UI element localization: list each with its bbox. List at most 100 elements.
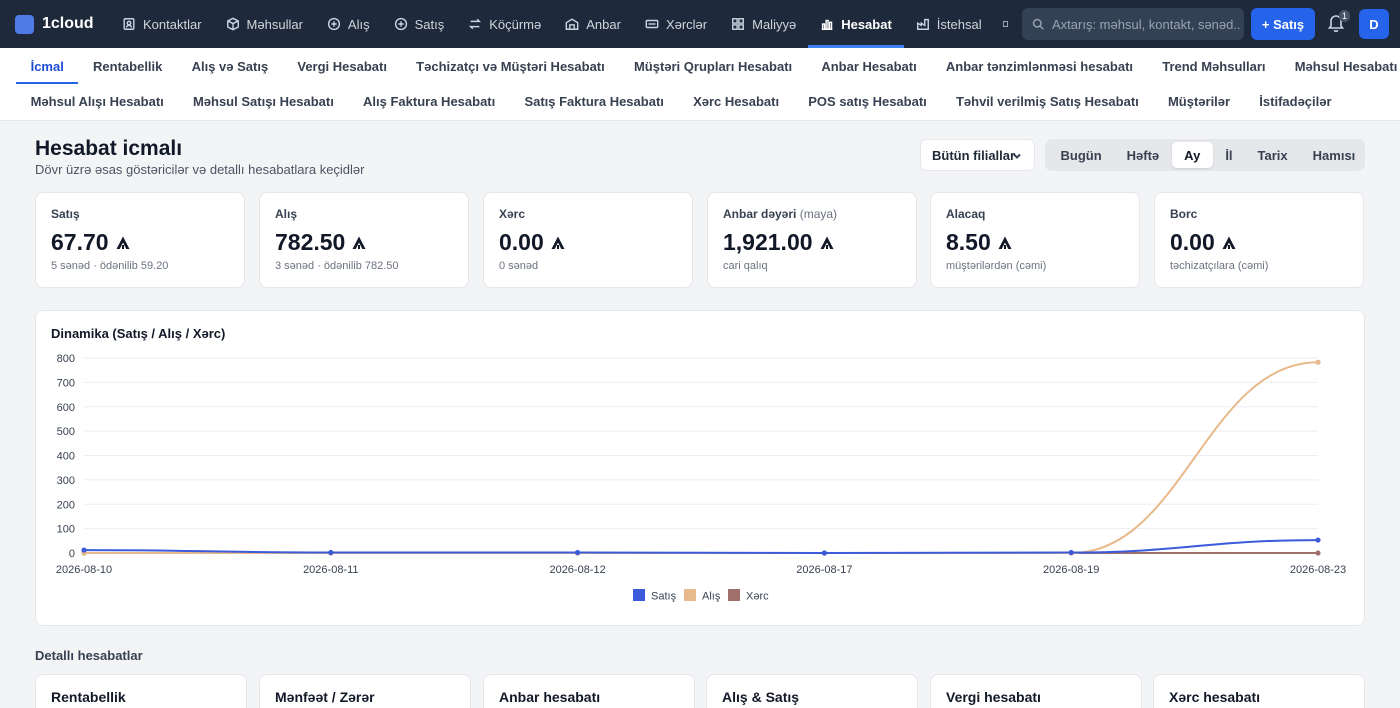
- nav-item-8[interactable]: Hesabat: [808, 0, 904, 48]
- data-point: [1315, 537, 1321, 543]
- document-icon: [1002, 21, 1008, 27]
- detail-card-1[interactable]: Mənfəət / Zərər: [259, 674, 471, 708]
- grid-icon: [732, 18, 745, 30]
- box-icon: [226, 17, 239, 31]
- nav-item-4[interactable]: Köçürmə: [456, 0, 553, 48]
- legend-swatch: [728, 589, 740, 601]
- data-point: [328, 549, 334, 556]
- subnav-tab-row2-8[interactable]: İstifadəçilər: [1245, 84, 1346, 118]
- detail-card-title: Rentabellik: [51, 689, 126, 705]
- subnav-tab-row2-6[interactable]: Təhvil verilmiş Satış Hesabatı: [941, 84, 1153, 118]
- kpi-label: Xərc: [499, 207, 525, 221]
- nav-item-5[interactable]: Anbar: [553, 0, 633, 48]
- kpi-label-text: Alacaq: [946, 207, 986, 221]
- subnav-tab-row2-3[interactable]: Satış Faktura Hesabatı: [510, 84, 679, 118]
- detail-card-3[interactable]: Alış & Satış: [706, 674, 918, 708]
- subnav-tab-row1-9[interactable]: Məhsul Hesabatı: [1280, 48, 1400, 84]
- y-tick-label: 300: [57, 475, 75, 487]
- subnav-tab-row2-1[interactable]: Məhsul Satışı Hesabatı: [178, 84, 348, 118]
- notification-badge: 1: [1339, 10, 1351, 22]
- page-title: Hesabat icmalı: [35, 137, 183, 160]
- kpi-label-text: Borc: [1170, 207, 1198, 221]
- y-tick-label: 700: [57, 377, 75, 389]
- page-subtitle: Dövr üzrə əsas göstəricilər və detallı h…: [35, 162, 365, 177]
- plus-circle-icon: [394, 17, 407, 31]
- kpi-value: 782.50: [275, 229, 367, 256]
- branch-select[interactable]: Bütün filiallar: [920, 139, 1035, 171]
- subnav-row-2: Məhsul Alışı Hesabatı Məhsul Satışı Hesab…: [16, 84, 1346, 118]
- kpi-value: 0.00: [499, 229, 566, 256]
- subnav-tab-row1-4[interactable]: Təchizatçı və Müştəri Hesabatı: [402, 48, 620, 84]
- legend-label: Satış: [651, 591, 677, 603]
- subnav-tab-row1-3[interactable]: Vergi Hesabatı: [283, 48, 402, 84]
- kpi-label: Satış: [51, 207, 80, 221]
- period-button-1[interactable]: Həftə: [1114, 142, 1172, 168]
- x-tick-label: 2026-08-10: [56, 564, 112, 576]
- kpi-card-1[interactable]: Alış 782.50 3 sənəd · ödənilib 782.50: [259, 192, 469, 288]
- subnav-tab-row2-4[interactable]: Xərc Hesabatı: [678, 84, 793, 118]
- subnav-tab-row1-0[interactable]: İcmal: [16, 48, 79, 84]
- nav-item-0[interactable]: Kontaktlar: [110, 0, 214, 48]
- subnav-tab-row2-5[interactable]: POS satış Hesabatı: [794, 84, 942, 118]
- kpi-value-text: 0.00: [1170, 229, 1215, 255]
- kpi-value: 1,921.00: [723, 229, 835, 256]
- dynamics-chart-card: 0 100 200 300 400 500 600 700 800 2026-08-10 2026-…: [35, 310, 1365, 626]
- trend-icon: [116, 236, 130, 249]
- app-logo[interactable]: 1cloud: [15, 14, 110, 34]
- subnav-tab-row1-7[interactable]: Anbar tənzimlənməsi hesabatı: [931, 48, 1147, 84]
- search-box[interactable]: [1022, 8, 1244, 40]
- new-sale-button[interactable]: + Satış: [1251, 8, 1315, 40]
- subnav-tab-row1-1[interactable]: Rentabellik: [78, 48, 177, 84]
- app-name: 1cloud: [42, 15, 94, 32]
- period-button-0[interactable]: Bugün: [1048, 142, 1114, 168]
- kpi-value-text: 782.50: [275, 229, 346, 255]
- user-avatar[interactable]: D: [1359, 9, 1389, 39]
- nav-item-overflow[interactable]: [994, 0, 1016, 48]
- subnav-tab-row1-6[interactable]: Anbar Hesabatı: [807, 48, 932, 84]
- kpi-card-2[interactable]: Xərc 0.00 0 sənəd: [483, 192, 693, 288]
- trend-icon: [820, 236, 834, 249]
- nav-item-label: Maliyyə: [752, 16, 797, 32]
- kpi-subtext: 0 sənəd: [499, 260, 539, 272]
- warehouse-icon: [565, 18, 579, 30]
- kpi-value: 8.50: [946, 229, 1013, 256]
- subnav-tab-row2-2[interactable]: Alış Faktura Hesabatı: [348, 84, 509, 118]
- detail-card-0[interactable]: Rentabellik: [35, 674, 247, 708]
- kpi-card-3[interactable]: Anbar dəyəri (maya) 1,921.00 cari qalıq: [707, 192, 917, 288]
- kpi-card-5[interactable]: Borc 0.00 təchizatçılara (cəmi): [1154, 192, 1364, 288]
- period-button-3[interactable]: İl: [1213, 142, 1245, 168]
- data-point: [1068, 549, 1074, 556]
- detail-card-2[interactable]: Anbar hesabatı: [483, 674, 695, 708]
- period-button-4[interactable]: Tarix: [1245, 142, 1300, 168]
- data-point: [575, 549, 581, 556]
- trend-icon: [551, 236, 565, 249]
- subnav-tab-row2-0[interactable]: Məhsul Alışı Hesabatı: [16, 84, 178, 118]
- subnav-tab-row1-8[interactable]: Trend Məhsulları: [1148, 48, 1281, 84]
- period-button-2[interactable]: Ay: [1171, 142, 1213, 168]
- nav-item-6[interactable]: Xərclər: [633, 0, 719, 48]
- data-point: [81, 547, 87, 553]
- nav-item-label: Hesabat: [841, 16, 892, 32]
- x-tick-label: 2026-08-17: [796, 564, 852, 576]
- kpi-label: Alış: [275, 207, 297, 221]
- search-input[interactable]: [1052, 16, 1242, 32]
- nav-item-7[interactable]: Maliyyə: [719, 0, 808, 48]
- legend-label: Xərc: [746, 591, 769, 603]
- nav-item-3[interactable]: Satış: [382, 0, 457, 48]
- nav-item-1[interactable]: Məhsullar: [214, 0, 315, 48]
- kpi-card-4[interactable]: Alacaq 8.50 müştərilərdən (cəmi): [930, 192, 1140, 288]
- kpi-label-text: Anbar dəyəri: [723, 207, 797, 221]
- main-nav: Kontaktlar Məhsullar Alış Satış Köçürmə Anbar…: [110, 0, 994, 48]
- subnav-tab-row2-7[interactable]: Müştərilər: [1153, 84, 1244, 118]
- money-icon: [645, 19, 659, 29]
- subnav-tab-row1-5[interactable]: Müştəri Qrupları Hesabatı: [619, 48, 806, 84]
- kpi-subtext: müştərilərdən (cəmi): [946, 260, 1047, 272]
- x-tick-label: 2026-08-23: [1290, 564, 1346, 576]
- nav-item-2[interactable]: Alış: [315, 0, 382, 48]
- period-button-5[interactable]: Hamısı: [1300, 142, 1368, 168]
- detail-card-4[interactable]: Vergi hesabatı: [930, 674, 1142, 708]
- nav-item-9[interactable]: İstehsal: [904, 0, 994, 48]
- subnav-tab-row1-2[interactable]: Alış və Satış: [177, 48, 283, 84]
- kpi-card-0[interactable]: Satış 67.70 5 sənəd · ödənilib 59.20: [35, 192, 245, 288]
- detail-card-5[interactable]: Xərc hesabatı: [1153, 674, 1365, 708]
